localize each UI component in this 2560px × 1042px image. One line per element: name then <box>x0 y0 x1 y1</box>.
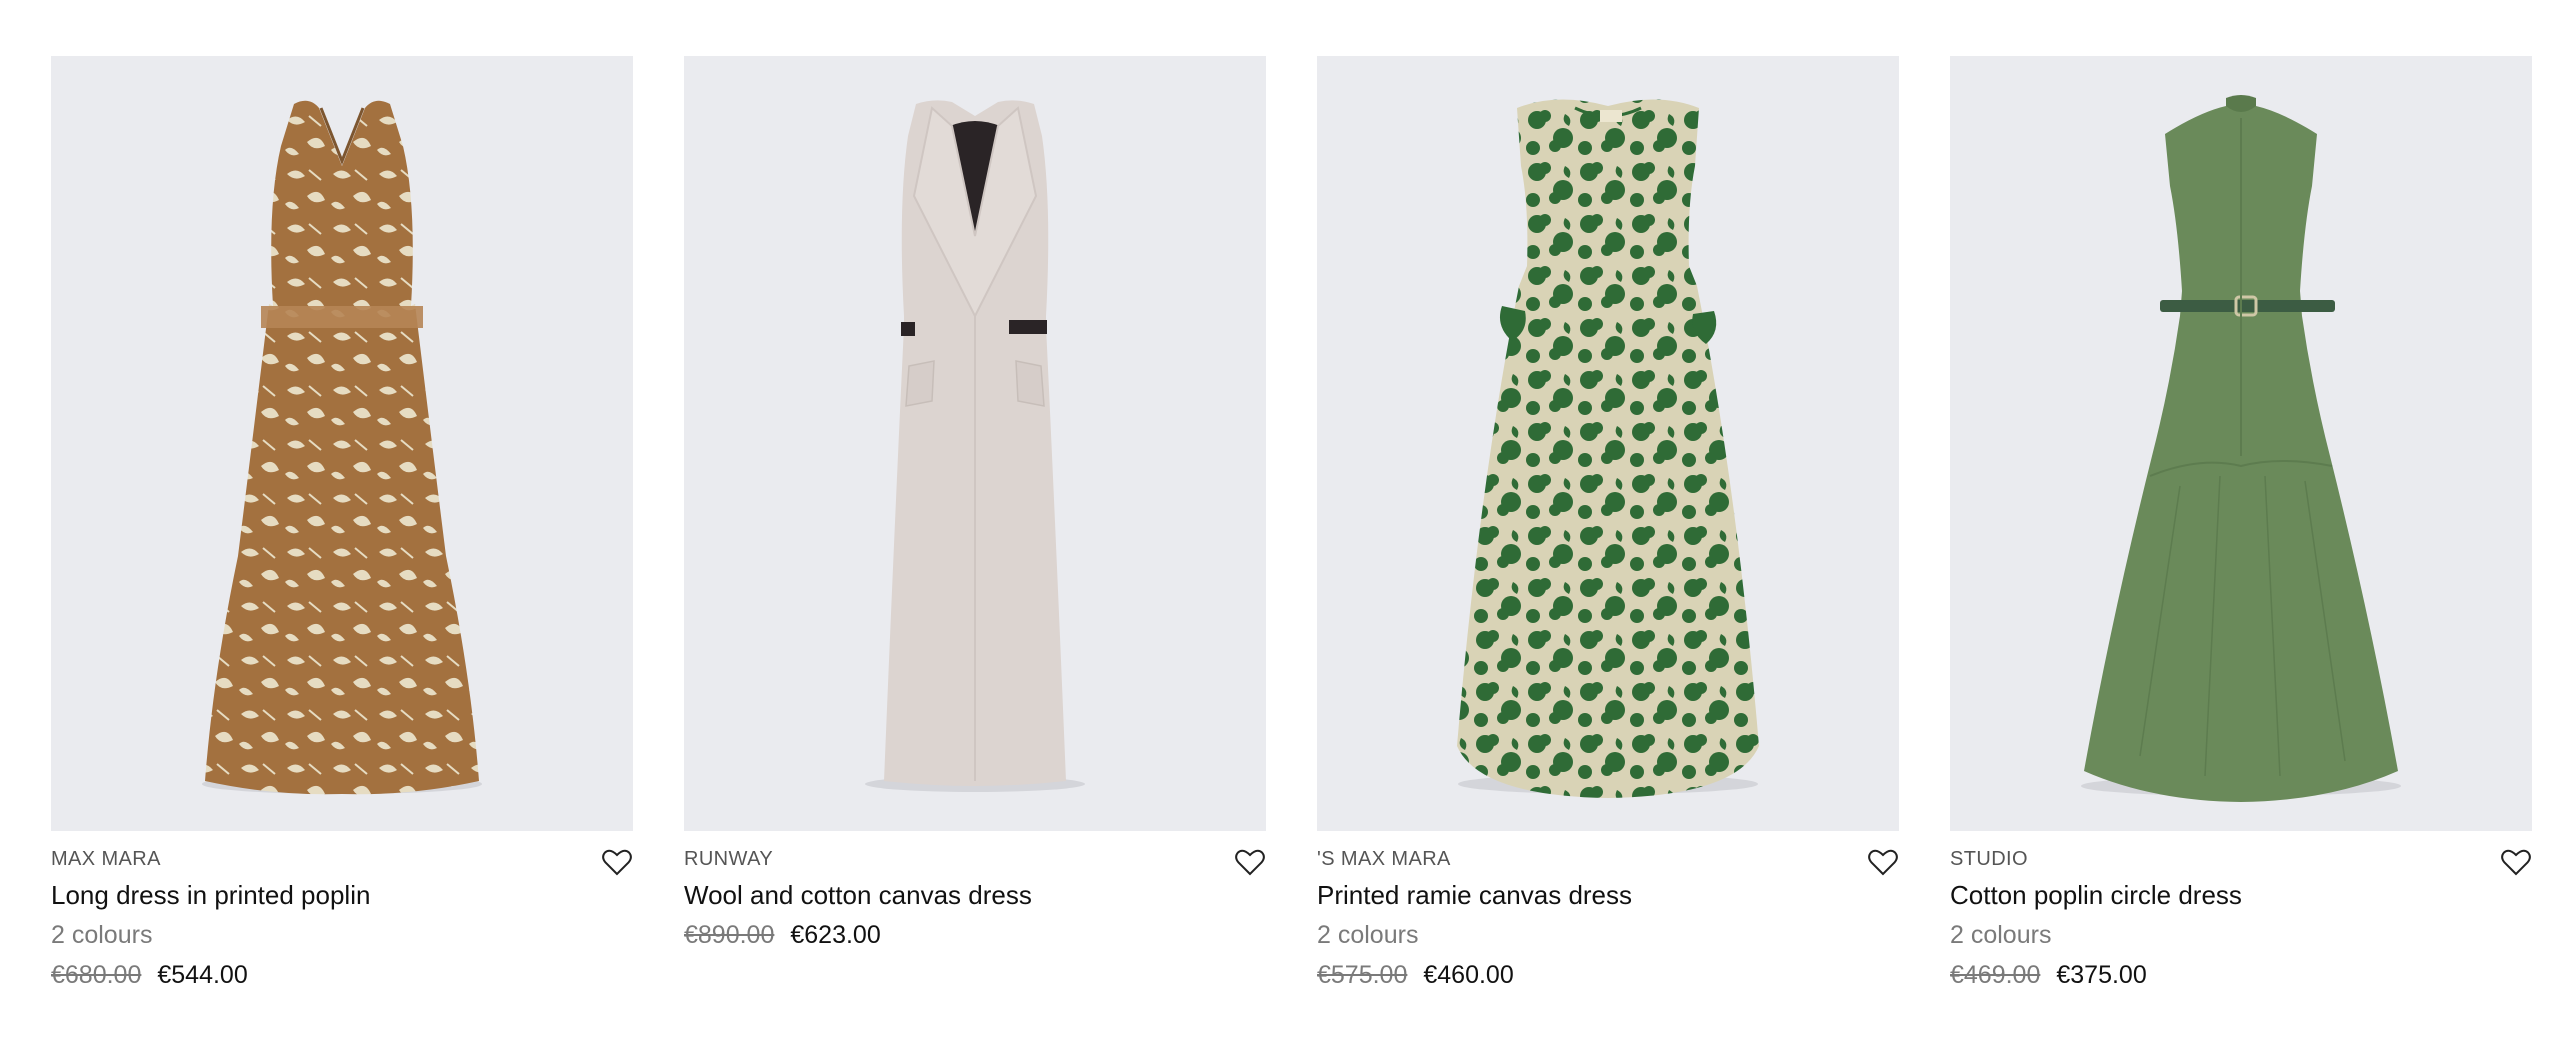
heart-outline-icon <box>1235 849 1265 876</box>
product-name[interactable]: Printed ramie canvas dress <box>1317 879 1899 911</box>
product-prices: €469.00 €375.00 <box>1950 959 2532 991</box>
floral-print-dress-image <box>1457 99 1759 798</box>
belted-circle-dress-image <box>2081 95 2401 802</box>
sale-price: €544.00 <box>157 961 248 989</box>
product-image[interactable] <box>1317 56 1899 831</box>
product-grid: MAX MARA Long dress in printed poplin 2 … <box>51 56 2532 991</box>
heart-outline-icon <box>1868 849 1898 876</box>
sale-price: €460.00 <box>1423 961 1514 989</box>
wishlist-button[interactable] <box>1867 847 1899 877</box>
product-name[interactable]: Wool and cotton canvas dress <box>684 879 1266 911</box>
product-brand: MAX MARA <box>51 848 161 870</box>
original-price: €890.00 <box>684 921 775 949</box>
product-card[interactable]: RUNWAY Wool and cotton canvas dress €890… <box>684 56 1266 991</box>
product-image[interactable] <box>684 56 1266 831</box>
halter-printed-dress-image <box>202 100 482 795</box>
product-prices: €890.00 €623.00 <box>684 919 1266 951</box>
product-name[interactable]: Cotton poplin circle dress <box>1950 879 2532 911</box>
original-price: €469.00 <box>1950 961 2041 989</box>
product-info: STUDIO Cotton poplin circle dress 2 colo… <box>1950 831 2532 991</box>
original-price: €575.00 <box>1317 961 1408 989</box>
product-info: 'S MAX MARA Printed ramie canvas dress 2… <box>1317 831 1899 991</box>
product-card[interactable]: MAX MARA Long dress in printed poplin 2 … <box>51 56 633 991</box>
product-image[interactable] <box>51 56 633 831</box>
wishlist-button[interactable] <box>601 847 633 877</box>
product-card[interactable]: STUDIO Cotton poplin circle dress 2 colo… <box>1950 56 2532 991</box>
product-card[interactable]: 'S MAX MARA Printed ramie canvas dress 2… <box>1317 56 1899 991</box>
wishlist-button[interactable] <box>1234 847 1266 877</box>
product-colours: 2 colours <box>1950 921 2052 949</box>
product-info: MAX MARA Long dress in printed poplin 2 … <box>51 831 633 991</box>
product-brand: RUNWAY <box>684 848 774 870</box>
sale-price: €623.00 <box>790 921 881 949</box>
heart-outline-icon <box>602 849 632 876</box>
product-colours: 2 colours <box>1317 921 1419 949</box>
product-info: RUNWAY Wool and cotton canvas dress €890… <box>684 831 1266 951</box>
sleeveless-coat-dress-image <box>865 100 1085 792</box>
product-image[interactable] <box>1950 56 2532 831</box>
sale-price: €375.00 <box>2056 961 2147 989</box>
product-brand: STUDIO <box>1950 848 2028 870</box>
product-name[interactable]: Long dress in printed poplin <box>51 879 633 911</box>
product-colours: 2 colours <box>51 921 153 949</box>
original-price: €680.00 <box>51 961 142 989</box>
heart-outline-icon <box>2501 849 2531 876</box>
product-prices: €680.00 €544.00 <box>51 959 633 991</box>
product-brand: 'S MAX MARA <box>1317 848 1451 870</box>
product-prices: €575.00 €460.00 <box>1317 959 1899 991</box>
wishlist-button[interactable] <box>2500 847 2532 877</box>
